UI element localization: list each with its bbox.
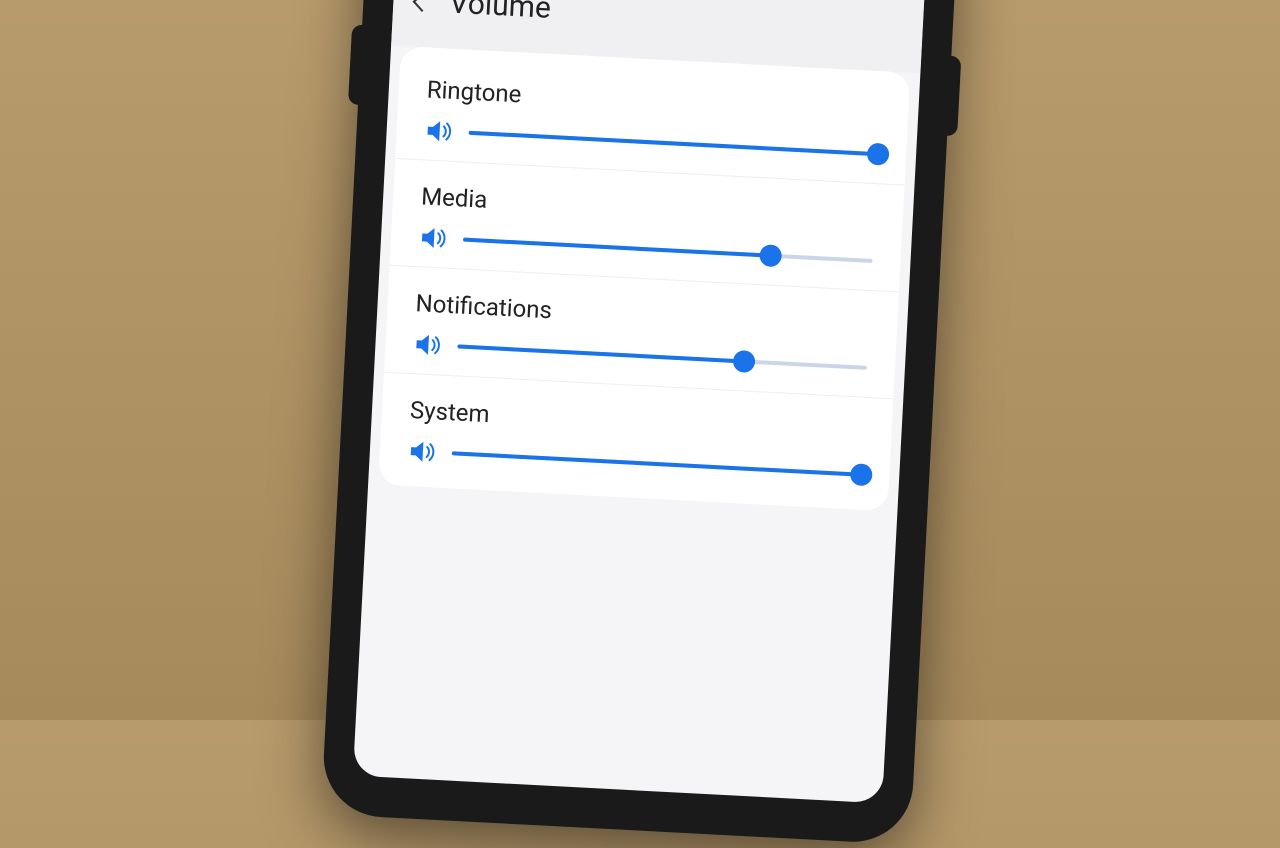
phone-frame: 11:59 84%	[262, 0, 1019, 738]
ringtone-slider[interactable]	[468, 122, 879, 165]
notifications-slider[interactable]	[457, 335, 868, 378]
page-title: Volume	[449, 0, 552, 26]
system-slider[interactable]	[451, 442, 862, 485]
speaker-icon	[413, 331, 444, 359]
notifications-label: Notifications	[415, 289, 870, 341]
back-icon[interactable]	[413, 0, 433, 12]
speaker-icon	[418, 224, 449, 252]
system-label: System	[409, 396, 864, 448]
media-label: Media	[421, 182, 876, 234]
phone-case: 11:59 84%	[321, 0, 959, 845]
speaker-icon	[424, 117, 455, 145]
ringtone-label: Ringtone	[426, 75, 881, 127]
volume-card: Ringtone Media	[378, 46, 910, 511]
speaker-icon	[407, 438, 438, 466]
media-slider[interactable]	[462, 229, 873, 272]
screen: 11:59 84%	[353, 0, 927, 803]
